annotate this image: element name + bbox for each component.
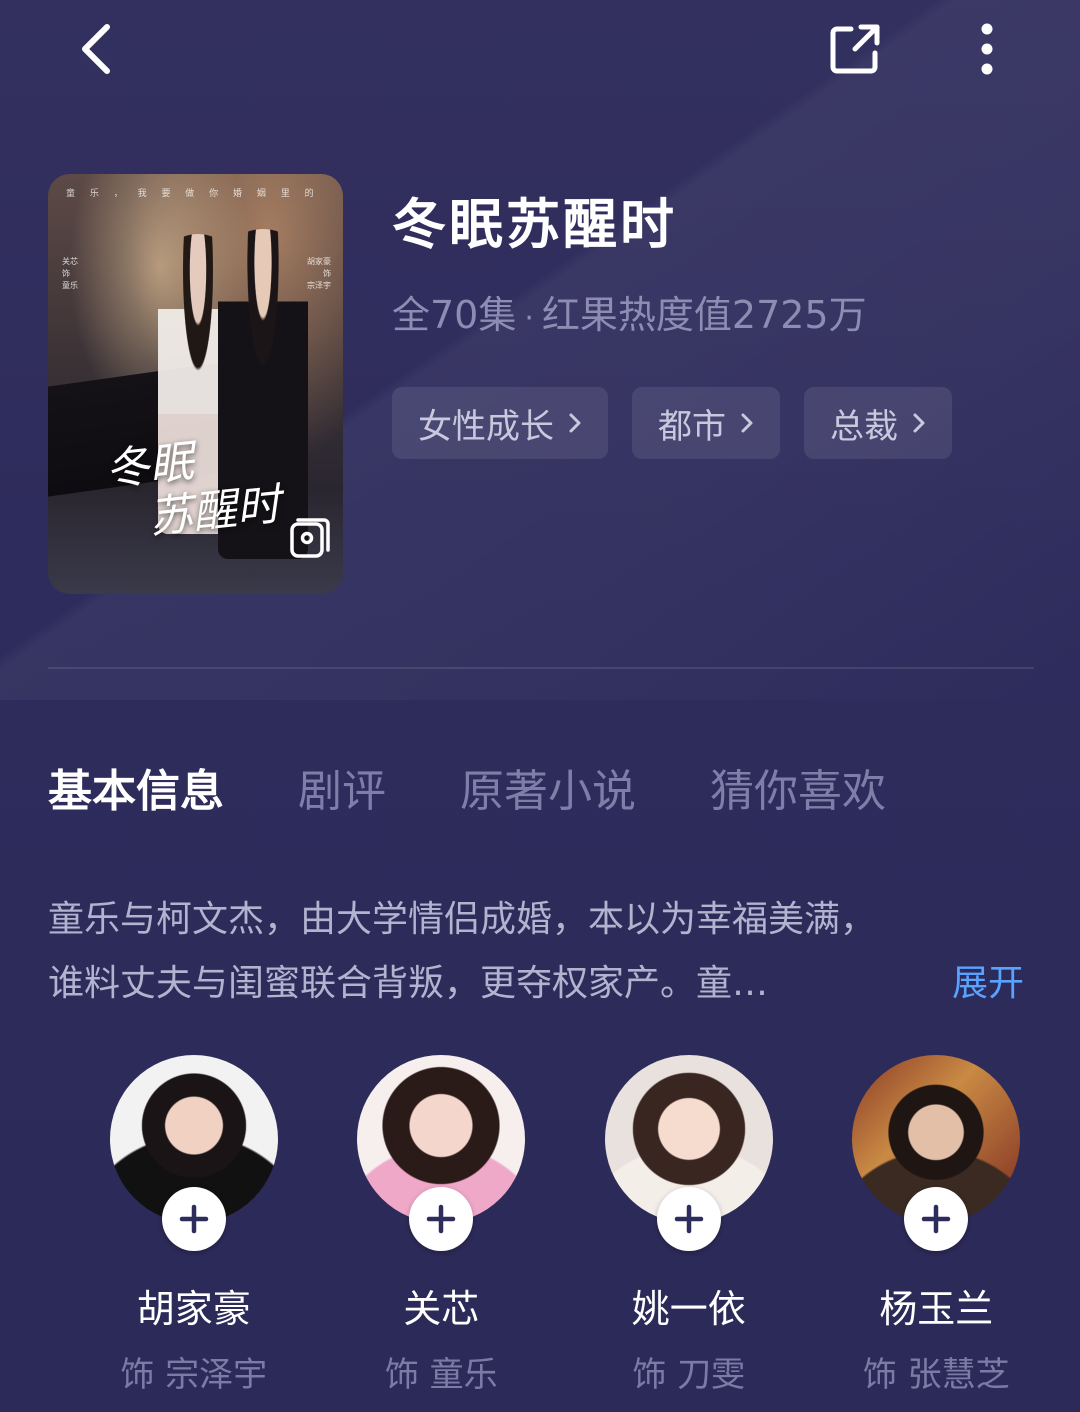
plus-icon [179,1204,208,1234]
character-role: 饰 宗泽宇 [120,1355,268,1395]
chevron-right-icon [740,411,754,435]
poster-title-line1: 冬眠 [103,435,196,496]
tab-recommendations[interactable]: 猜你喜欢 [710,755,886,819]
heat-value: 红果热度值2725万 [541,293,867,337]
poster-cast-left-role: 童乐 [62,281,78,290]
cast-member[interactable]: 姚一依 饰 刀雯 [565,1055,813,1396]
poster-cast-right-as: 饰 [323,269,331,278]
poster-cast-left-as: 饰 [62,269,70,278]
synopsis-line-1: 童乐与柯文杰，由大学情侣成婚，本以为幸福美满， [48,899,877,940]
character-role: 饰 张慧芝 [862,1355,1010,1395]
actor-name: 关芯 [403,1287,480,1331]
plus-icon [922,1204,951,1234]
tab-basic-info[interactable]: 基本信息 [48,755,224,819]
tag-ceo[interactable]: 总裁 [804,387,952,459]
show-meta: 全70集 · 红果热度值2725万 [392,284,867,339]
image-gallery-icon [290,518,330,558]
follow-button[interactable] [904,1187,969,1251]
character-role: 饰 刀雯 [632,1355,746,1395]
more-vertical-icon [981,23,993,75]
poster-cast-right-name: 胡家豪 [307,257,331,266]
poster-cast-left-name: 关芯 [62,257,78,266]
poster-cast-right: 胡家豪 饰 宗泽宇 [307,256,331,292]
actor-name: 胡家豪 [136,1287,251,1331]
plus-icon [674,1204,703,1234]
detail-tabs: 基本信息 剧评 原著小说 猜你喜欢 [48,752,960,822]
genre-tags: 女性成长 都市 总裁 [392,387,952,459]
tab-original-novel[interactable]: 原著小说 [460,755,636,819]
meta-separator: · [524,301,534,336]
poster-gallery-button[interactable] [286,514,334,562]
back-button[interactable] [62,14,132,84]
follow-button[interactable] [656,1187,721,1251]
poster-cast-left: 关芯 饰 童乐 [62,256,78,292]
poster-calligraphy-title: 冬眠 苏醒时 [103,427,283,548]
character-role: 饰 童乐 [384,1355,498,1395]
tag-label: 总裁 [830,406,898,447]
section-divider [48,667,1034,669]
poster-cast-right-role: 宗泽宇 [307,281,331,290]
share-external-icon [830,24,880,74]
tag-female-growth[interactable]: 女性成长 [392,387,608,459]
tag-urban[interactable]: 都市 [632,387,780,459]
chevron-left-icon [82,24,110,74]
show-title: 冬眠苏醒时 [392,193,677,256]
tag-label: 女性成长 [418,406,554,447]
plus-icon [427,1204,456,1234]
chevron-right-icon [568,411,582,435]
episode-count: 全70集 [392,293,517,337]
follow-button[interactable] [161,1187,226,1251]
actor-name: 杨玉兰 [879,1287,994,1331]
synopsis-text: 童乐与柯文杰，由大学情侣成婚，本以为幸福美满， 谁料丈夫与闺蜜联合背叛，更夺权家… [48,888,898,1016]
tag-label: 都市 [658,406,726,447]
follow-button[interactable] [409,1187,474,1251]
chevron-right-icon [912,411,926,435]
show-poster[interactable]: 童 乐 ， 我 要 做 你 婚 姻 里 的 小 三 关芯 饰 童乐 胡家豪 饰 … [48,174,343,594]
cast-list: 胡家豪 饰 宗泽宇 关芯 饰 童乐 姚一依 饰 刀雯 杨玉兰 饰 张慧芝 [70,1055,1060,1396]
top-bar [0,0,1080,100]
cast-member[interactable]: 胡家豪 饰 宗泽宇 [70,1055,318,1396]
poster-tagline: 童 乐 ， 我 要 做 你 婚 姻 里 的 小 三 [66,189,326,199]
actor-name: 姚一依 [631,1287,746,1331]
more-button[interactable] [952,14,1022,84]
synopsis-line-2: 谁料丈夫与闺蜜联合背叛，更夺权家产。童… [48,963,769,1004]
share-button[interactable] [820,14,890,84]
cast-member[interactable]: 杨玉兰 饰 张慧芝 [813,1055,1061,1396]
tab-reviews[interactable]: 剧评 [298,755,386,819]
expand-synopsis-button[interactable]: 展开 [952,952,1024,1016]
cast-member[interactable]: 关芯 饰 童乐 [318,1055,566,1396]
